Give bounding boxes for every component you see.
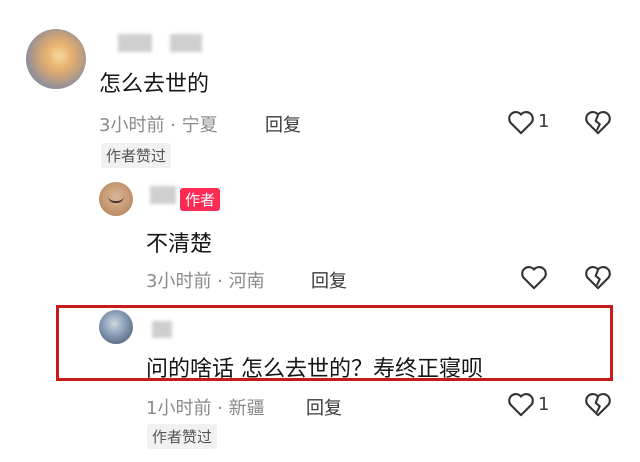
author-badge: 作者 [180,188,221,211]
comment-location: 宁夏 [181,115,218,136]
author-liked-chip: 作者赞过 [147,424,218,449]
avatar[interactable] [26,29,86,89]
heart-icon[interactable] [507,109,535,135]
avatar-face [108,196,124,203]
comment-text: 问的啥话 怎么去世的？寿终正寝呗 [146,357,483,382]
dislike-icon[interactable] [584,109,612,135]
reply-button[interactable]: 回复 [311,267,347,293]
comment-meta: 3小时前 · 河南 [146,267,265,293]
comment-location: 新疆 [228,398,265,419]
dislike-icon[interactable] [584,391,612,417]
meta-separator: · [217,271,223,292]
comment-meta: 1小时前 · 新疆 [146,394,265,420]
author-liked-chip: 作者赞过 [101,143,172,168]
username-censored[interactable] [152,321,172,338]
reply-button[interactable]: 回复 [265,111,301,137]
meta-separator: · [170,115,176,136]
avatar[interactable] [99,182,133,216]
heart-icon[interactable] [520,264,548,290]
avatar[interactable] [99,310,133,344]
reply-button[interactable]: 回复 [306,394,342,420]
username-censored[interactable] [150,186,176,204]
comment-time: 3小时前 [146,271,212,292]
comment-text: 怎么去世的 [99,72,210,97]
comment-time: 1小时前 [146,398,212,419]
comment-location: 河南 [228,271,265,292]
dislike-icon[interactable] [584,264,612,290]
comment-text: 不清楚 [146,232,213,257]
like-count: 1 [538,394,550,415]
username-censored[interactable] [118,34,152,52]
meta-separator: · [217,398,223,419]
username-censored[interactable] [170,34,202,52]
comment-meta: 3小时前 · 宁夏 [99,111,218,137]
comment-time: 3小时前 [99,115,165,136]
like-count: 1 [538,111,550,132]
heart-icon[interactable] [507,391,535,417]
